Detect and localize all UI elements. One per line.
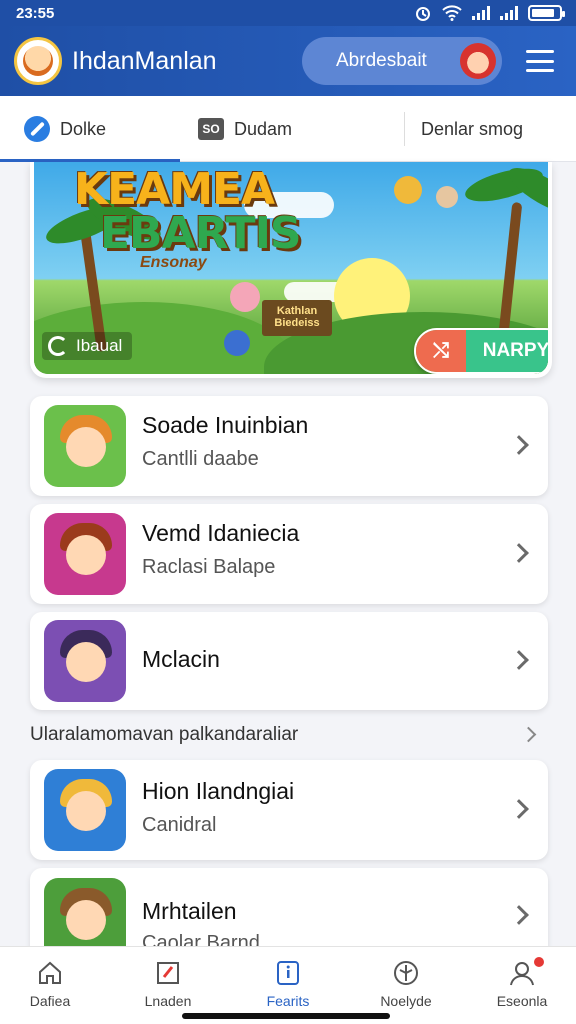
list-item-subtitle: Cantlli daabe [142,448,259,470]
game-thumbnail [44,620,126,702]
list-item[interactable]: Soade Inuinbian Cantlli daabe [30,396,548,496]
nav-label: Lnaden [144,993,192,1009]
list-item-title: Hion Ilandngiai [142,778,295,804]
tab-label: Dudam [234,118,293,139]
signal-icon-2 [500,6,518,20]
chevron-right-icon [509,905,529,925]
account-pill[interactable]: Abrdesbait [302,37,502,85]
compass-icon [394,961,418,985]
list-item-title: Vemd Idaniecia [142,520,300,546]
pencil-icon [24,116,50,142]
list-item[interactable]: Hion Ilandngiai Canidral [30,760,548,860]
banner-artwork: KEAMEA EBARTIS Ensonay Kathlan Biedeiss … [34,162,548,374]
signal-icon [472,6,490,20]
home-icon [39,961,61,984]
account-pill-label: Abrdesbait [336,50,427,71]
list-item[interactable]: Vemd Idaniecia Raclasi Balape [30,504,548,604]
tab-dudam[interactable]: SO Dudam [198,96,292,162]
alarm-icon [416,7,430,21]
nav-item-dafiea[interactable]: Dafiea [0,959,100,1009]
tab-bar: Dolke SO Dudam Denlar smog [0,96,576,162]
home-indicator [182,1013,390,1019]
tab-label: Denlar smog [421,118,524,139]
loop-icon [48,336,68,356]
list-item-title: Mclacin [142,646,220,672]
hamburger-menu-icon[interactable] [526,50,554,72]
banner-cta-button[interactable]: ⤭ NARPY [414,328,548,374]
section-title: Ularalamomavan palkandaraliar [30,724,299,745]
featured-banner[interactable]: KEAMEA EBARTIS Ensonay Kathlan Biedeiss … [30,162,552,378]
shuffle-icon: ⤭ [416,330,466,372]
nav-item-noelyde[interactable]: Noelyde [356,959,456,1009]
game-logo: KEAMEA EBARTIS [74,164,302,259]
game-thumbnail [44,769,126,851]
tab-dolke[interactable]: Dolke [24,96,106,162]
so-badge-icon: SO [198,118,224,140]
tab-denlar-smog[interactable]: Denlar smog [404,112,523,146]
nav-label: Noelyde [380,993,432,1009]
section-header[interactable]: Ularalamomavan palkandaraliar [30,720,548,750]
nav-label: Eseonla [496,993,548,1009]
nav-label: Dafiea [29,993,71,1009]
banner-label: Ibaual [42,332,133,360]
edit-flag-icon [157,962,179,984]
chevron-right-icon [509,650,529,670]
chevron-right-icon [509,543,529,563]
chevron-right-icon [520,726,537,743]
info-square-icon [277,961,299,985]
tab-label: Dolke [60,118,107,139]
status-time: 23:55 [16,4,55,22]
list-item-title: Mrhtailen [142,898,237,924]
list-item-subtitle: Canidral [142,814,217,836]
status-bar: 23:55 [0,0,576,26]
app-header: IhdanManlan Abrdesbait [0,26,576,96]
notification-badge [532,955,546,969]
nav-label: Fearits [266,993,310,1009]
game-thumbnail [44,513,126,595]
chevron-right-icon [509,799,529,819]
game-thumbnail [44,405,126,487]
list-item[interactable]: Mclacin [30,612,548,710]
list-item-subtitle: Raclasi Balape [142,556,276,578]
status-icons [414,4,565,22]
battery-icon [528,5,565,21]
nav-item-lnaden[interactable]: Lnaden [118,959,218,1009]
app-title: IhdanManlan [72,46,217,75]
nav-item-fearits[interactable]: Fearits [238,959,338,1009]
wifi-icon [442,5,462,21]
list-item-title: Soade Inuinbian [142,412,309,438]
avatar [460,43,496,79]
wooden-sign: Kathlan Biedeiss [262,300,332,336]
nav-item-eseonla[interactable]: Eseonla [472,955,572,1009]
game-subtitle: Ensonay [140,254,207,271]
chevron-right-icon [509,435,529,455]
cta-label: NARPY [466,330,548,372]
app-logo[interactable] [14,37,62,85]
